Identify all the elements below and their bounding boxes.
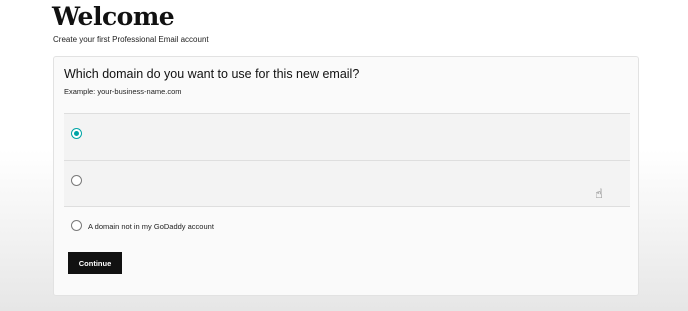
domain-option-2-radio[interactable] — [71, 175, 82, 186]
domain-option-external-label: A domain not in my GoDaddy account — [88, 222, 214, 231]
domain-selection-card: Which domain do you want to use for this… — [53, 56, 639, 296]
domain-question: Which domain do you want to use for this… — [64, 67, 360, 81]
domain-example-hint: Example: your-business-name.com — [64, 87, 182, 96]
domain-option-1-radio[interactable] — [71, 128, 82, 139]
domain-option-1[interactable] — [64, 113, 630, 160]
continue-button[interactable]: Continue — [68, 252, 122, 274]
page-subtitle: Create your first Professional Email acc… — [53, 35, 209, 44]
domain-option-external-radio[interactable] — [71, 220, 82, 231]
hand-pointer-cursor-icon: ☝ — [595, 186, 603, 201]
domain-option-external[interactable]: A domain not in my GoDaddy account — [64, 207, 630, 247]
domain-option-2[interactable]: ☝ — [64, 160, 630, 207]
page-title: Welcome — [52, 2, 175, 31]
